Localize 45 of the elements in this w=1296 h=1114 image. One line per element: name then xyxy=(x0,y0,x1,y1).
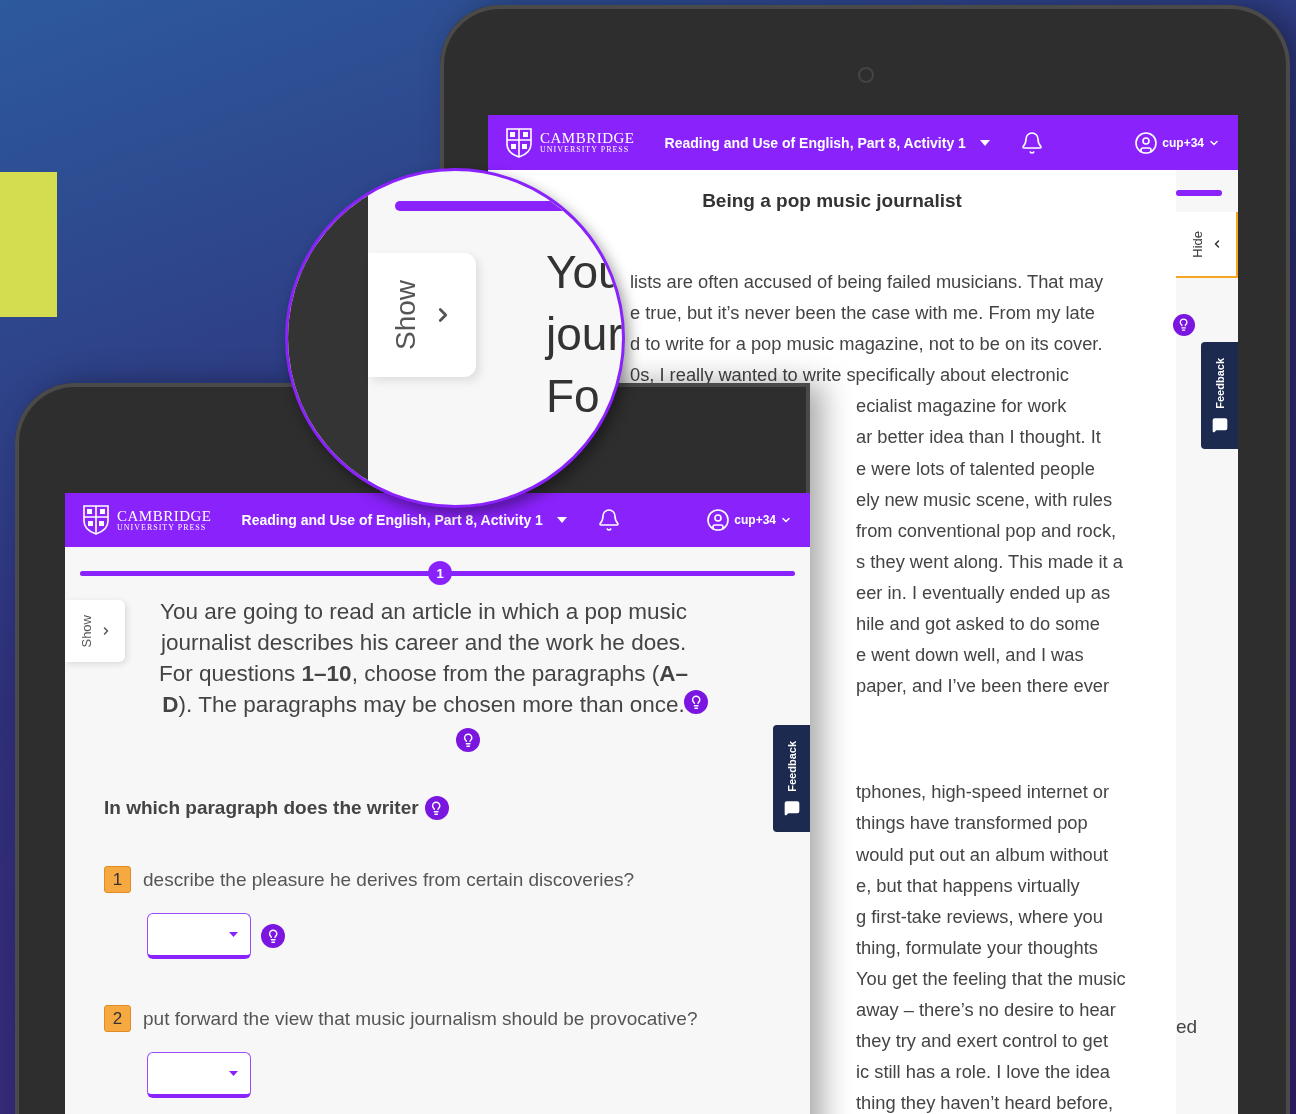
question-text: put forward the view that music journalism should be provocative? xyxy=(143,1007,698,1030)
show-tab[interactable]: Show xyxy=(368,253,476,377)
brand-subtitle: UNIVERSITY PRESS xyxy=(540,146,631,154)
brand-name: CAMBRIDGE xyxy=(117,508,212,524)
caret-icon xyxy=(229,932,238,937)
notifications-icon[interactable] xyxy=(596,508,621,532)
crest-icon xyxy=(83,505,109,535)
instructions-text: You are going to read an article in which a pop music journalist describes his career and the work he does. For questions 1–10, choose from the paragraphs (A– D). The paragraphs may be chosen more than once. xyxy=(159,598,689,719)
question-text: describe the pleasure he derives from certain discoveries? xyxy=(143,868,635,891)
show-tab[interactable]: Show xyxy=(65,600,125,662)
caret-icon xyxy=(556,517,567,523)
lightbulb-icon xyxy=(1177,318,1191,332)
answer-dropdown[interactable] xyxy=(147,913,251,959)
hint-button[interactable] xyxy=(1173,314,1195,336)
crest-icon xyxy=(506,127,532,158)
notifications-icon[interactable] xyxy=(1019,130,1044,155)
user-menu[interactable]: cup+34 xyxy=(706,508,792,532)
hint-button[interactable] xyxy=(424,796,449,820)
article-text: tphones, high-speed internet or things have transformed pop would put out an album without e, but that happens virtually g first-take reviews, where you thing, formulate your thoughts You get the feeling that the music away – there’s no desire to hear they try and exert control to get ic still has a role. I love the idea thing they haven’t heard before, xyxy=(856,780,1126,1114)
side-text: ed xyxy=(1176,1016,1198,1038)
question-number: 2 xyxy=(104,1005,131,1032)
brand-name: CAMBRIDGE xyxy=(540,131,635,146)
hint-button[interactable] xyxy=(684,690,709,714)
hint-button[interactable] xyxy=(456,728,480,752)
article-title: Being a pop music journalist xyxy=(702,190,962,212)
question-stem: In which paragraph does the writer xyxy=(104,797,419,819)
article-text: ecialist magazine for work ar better idea than I thought. It e were lots of talented people ely new music scene, with rules from conventional pop and rock, s they went along. This made it a eer in. I eventually ended up as hile and got asked to do some e went down well, and I was paper, and I’ve been there ever xyxy=(856,394,1123,699)
speech-bubble-icon xyxy=(783,799,800,816)
activity-selector[interactable]: Reading and Use of English, Part 8, Activity 1 xyxy=(664,134,990,151)
hide-tab[interactable]: Hide xyxy=(1176,212,1238,278)
hint-button[interactable] xyxy=(261,924,285,948)
feedback-tab[interactable]: Feedback xyxy=(1201,342,1238,449)
user-icon xyxy=(1134,130,1159,155)
caret-icon xyxy=(979,139,990,146)
feedback-tab[interactable]: Feedback xyxy=(773,725,810,832)
user-icon xyxy=(706,508,731,532)
step-marker: 1 xyxy=(428,561,452,585)
question-number: 1 xyxy=(104,866,131,893)
caret-icon xyxy=(229,1071,238,1076)
speech-bubble-icon xyxy=(1211,416,1228,433)
activity-selector[interactable]: Reading and Use of English, Part 8, Activity 1 xyxy=(241,512,567,528)
user-menu[interactable]: cup+34 xyxy=(1134,130,1220,155)
answer-dropdown[interactable] xyxy=(147,1052,251,1098)
progress-bar xyxy=(1176,190,1222,196)
brand-subtitle: UNIVERSITY PRESS xyxy=(117,523,208,532)
